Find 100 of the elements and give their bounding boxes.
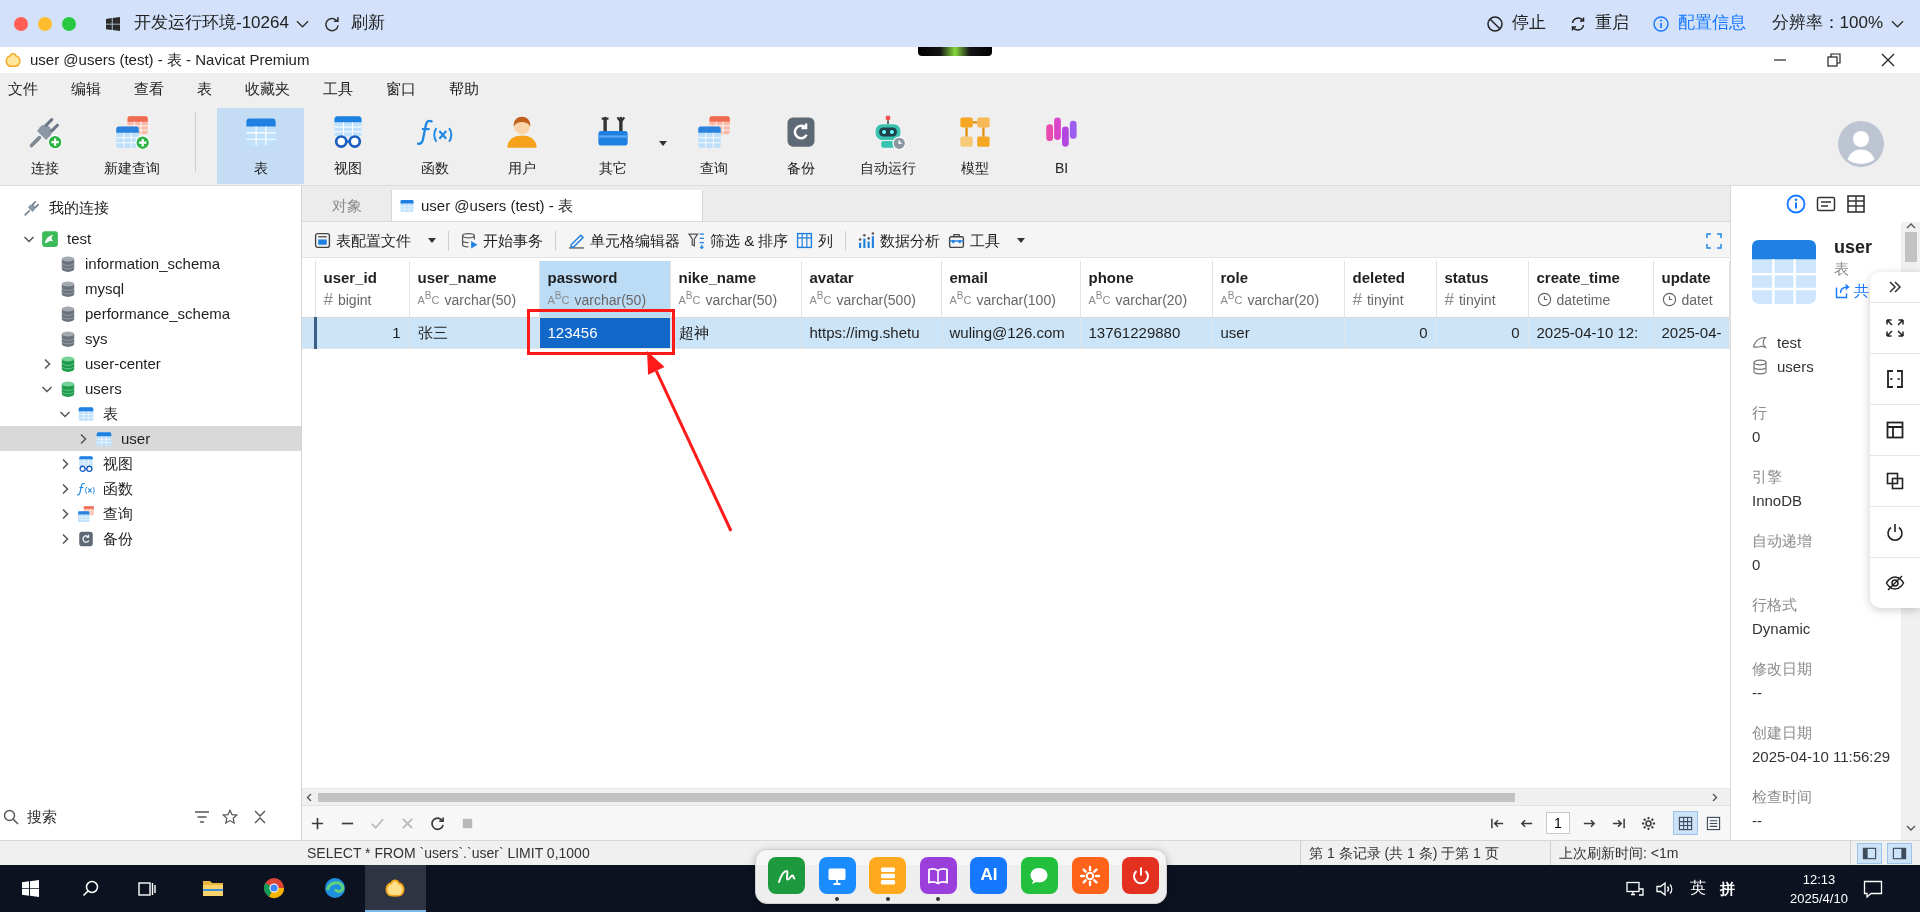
toolbar-button[interactable]: 查询 [670,108,757,184]
resolution-dropdown[interactable]: 分辨率：100% [1771,12,1904,35]
tree-item[interactable]: performance_schema [0,301,301,326]
collapse-icon[interactable] [252,809,268,825]
hide-icon[interactable] [1885,573,1905,593]
tree-item[interactable]: 我的连接 [0,192,301,224]
clock-time[interactable]: 12:13 [1802,869,1836,889]
tree-item[interactable]: users [0,376,301,401]
info-icon[interactable] [1785,194,1806,214]
input-language-indicator[interactable]: 英 [1690,878,1706,899]
dock-app-button[interactable] [1122,857,1160,894]
toolbar-button[interactable]: 表 [217,108,304,184]
toolbar-button[interactable]: 筛选 & 排序 [684,226,793,255]
close-icon[interactable] [1881,53,1895,67]
settings-icon[interactable] [1641,815,1656,831]
restart-button[interactable]: 重启 [1569,12,1629,35]
power-icon[interactable] [1885,522,1905,542]
ddl-icon[interactable] [1815,194,1836,214]
tree-item[interactable]: 函数 [0,476,301,501]
menu-item[interactable]: 文件 [0,73,46,104]
menu-item[interactable]: 帮助 [441,73,487,104]
search-field[interactable]: 搜索 [27,807,187,827]
tree-item[interactable]: information_schema [0,251,301,276]
star-icon[interactable] [222,809,238,825]
clock-date[interactable]: 2025/4/10 [1790,888,1848,908]
input-mode-indicator[interactable]: 拼 [1720,878,1735,899]
network-icon[interactable] [1626,880,1644,897]
scrollbar-thumb[interactable] [1904,232,1917,262]
restore-icon[interactable] [1827,53,1841,67]
share-icon[interactable] [1834,283,1850,299]
scroll-up-icon[interactable] [1905,222,1916,229]
drag-handle-icon[interactable] [918,47,992,56]
toolbar-button[interactable]: 工具 [944,226,1030,255]
tree-item[interactable]: 视图 [0,451,301,476]
split-table-icon[interactable] [1845,194,1866,214]
share-link[interactable]: 共 [1854,280,1869,302]
scroll-left-icon[interactable] [306,792,312,802]
column-header[interactable]: update datet [1653,261,1729,317]
toolbar-button[interactable]: 数据分析 [854,226,945,255]
toolbar-button[interactable]: 模型 [931,108,1018,184]
horizontal-scrollbar[interactable] [302,788,1730,805]
search-icon[interactable] [81,880,99,897]
scroll-right-icon[interactable] [1712,792,1718,802]
column-header[interactable]: deleted # tinyint [1344,261,1436,317]
tree-item[interactable]: mysql [0,276,301,301]
task-view-icon[interactable] [138,879,156,898]
scrollbar-thumb[interactable] [318,792,1515,802]
tree-item[interactable]: test [0,226,301,251]
volume-icon[interactable] [1656,880,1674,897]
column-header[interactable]: status # tinyint [1436,261,1528,317]
menu-item[interactable]: 窗口 [378,73,424,104]
tree-item[interactable]: user [0,426,301,451]
page-field[interactable]: 1 [1546,812,1570,834]
dock-app-button[interactable]: AI [970,857,1008,894]
refresh-button[interactable]: 刷新 [323,12,385,35]
toolbar-button[interactable]: 视图 [304,108,391,184]
toolbar-button[interactable]: 其它 [565,108,670,184]
right-pane-toggle[interactable] [1887,842,1912,864]
notification-icon[interactable] [1863,879,1883,898]
tree-item[interactable]: 表 [0,401,301,426]
expand-icon[interactable] [1885,318,1905,338]
menu-item[interactable]: 查看 [126,73,172,104]
start-icon[interactable] [21,880,39,897]
dock-app-button[interactable] [768,857,805,894]
dock-app-button[interactable] [919,857,957,894]
column-type: varchar(50) [705,290,778,310]
toolbar-button[interactable]: 自动运行 [844,108,931,184]
stop-button[interactable]: 停止 [1486,12,1546,35]
toolbar-button[interactable]: 单元格编辑器 [564,226,684,255]
dock-app-button[interactable] [1071,857,1109,894]
menu-item[interactable]: 表 [189,73,220,104]
filter-icon[interactable] [194,809,210,825]
toolbar-button[interactable]: BI [1018,108,1105,184]
column-header[interactable]: create_time datetime [1528,261,1653,317]
row-selector[interactable] [302,317,315,348]
split-icon[interactable] [1885,369,1905,389]
menu-item[interactable]: 编辑 [63,73,109,104]
dock-app-button[interactable] [818,857,856,894]
toolbar-button[interactable]: 用户 [478,108,565,184]
refresh-icon[interactable] [429,815,445,831]
left-pane-toggle[interactable] [1857,842,1882,864]
tree-item[interactable]: sys [0,326,301,351]
toolbar-button[interactable]: 函数 [391,108,478,184]
toolbar-button[interactable]: 备份 [757,108,844,184]
copy-icon[interactable] [1885,471,1905,491]
environment-dropdown[interactable]: 开发运行环境-10264 [134,12,309,35]
tree-item[interactable]: 查询 [0,501,301,526]
plus-icon[interactable] [309,815,325,831]
menu-item[interactable]: 工具 [315,73,361,104]
scroll-down-icon[interactable] [1905,825,1916,832]
tree-item[interactable]: user-center [0,351,301,376]
taskbar-app-button[interactable] [365,865,426,912]
double-chevron-icon[interactable] [1887,279,1903,295]
toolbar-button[interactable]: 连接 [1,108,88,184]
menu-item[interactable]: 收藏夹 [237,73,298,104]
tree-item[interactable]: 备份 [0,526,301,551]
layout-icon[interactable] [1885,420,1905,440]
column-header[interactable]: user_id # bigint [315,261,409,317]
grid-view-button[interactable] [1673,811,1698,835]
tab[interactable]: user @users (test) - 表 [391,190,703,221]
